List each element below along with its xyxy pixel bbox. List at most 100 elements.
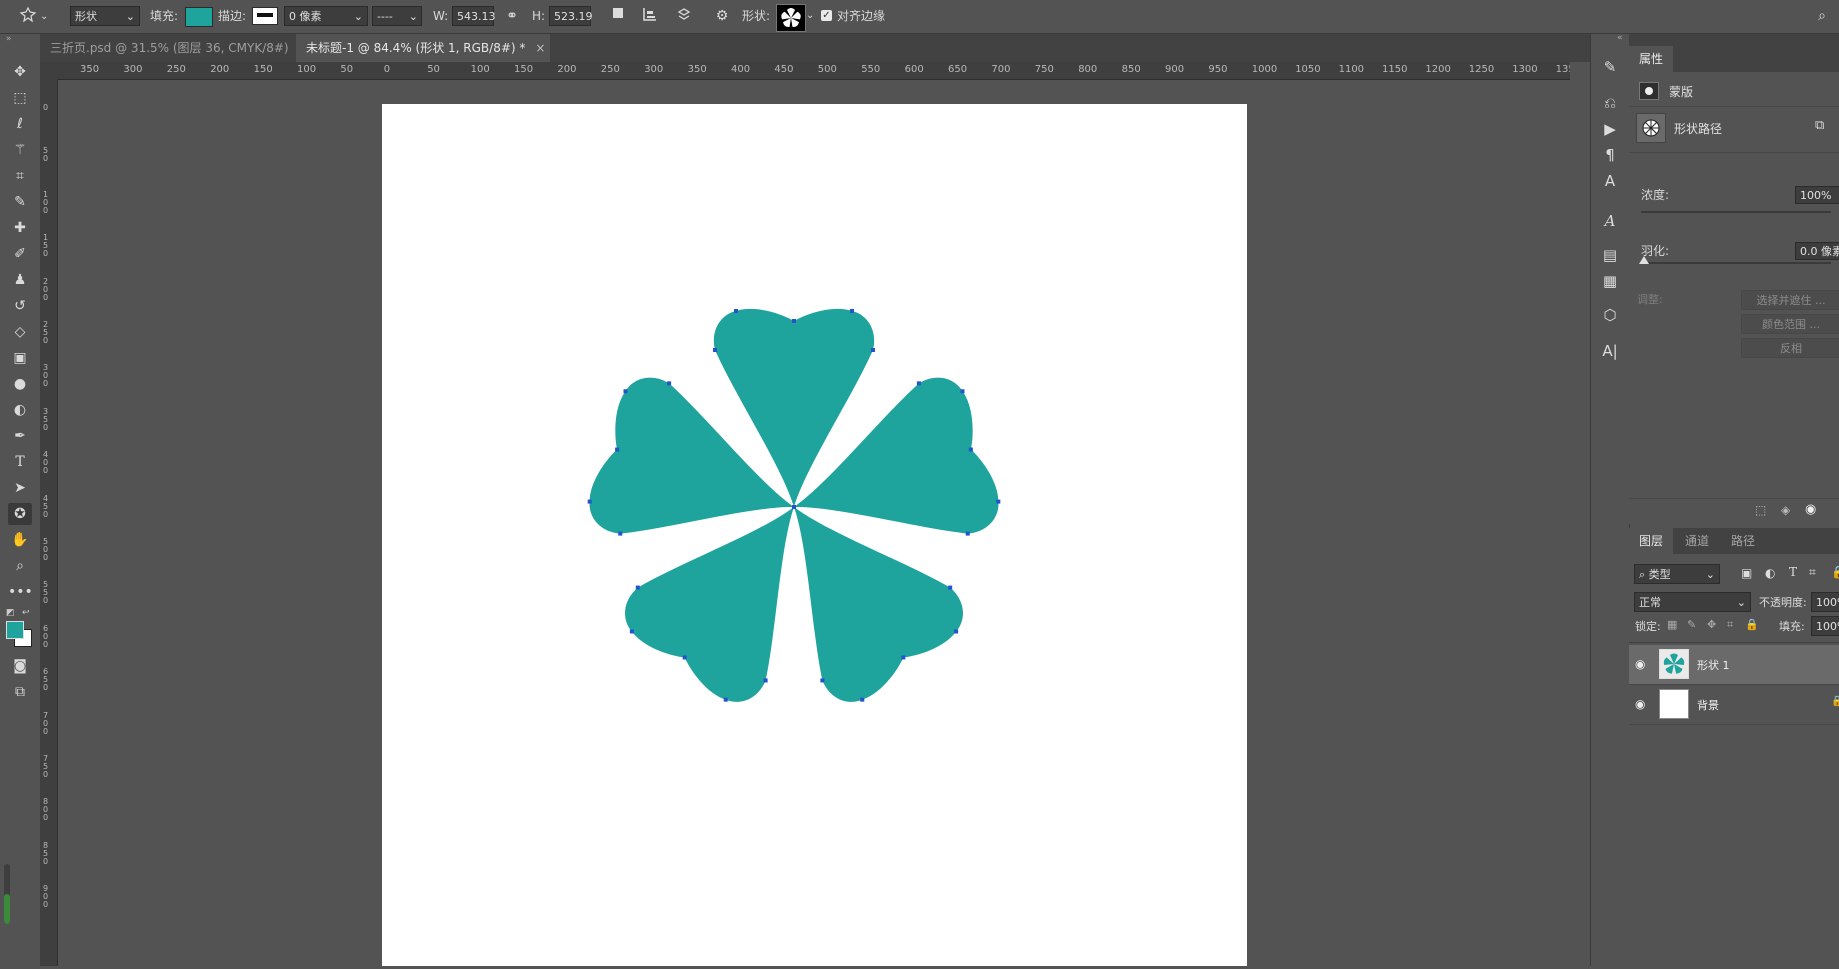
shape-picker-chevron-icon[interactable]: ⌄ [806, 6, 814, 26]
filter-adjustment-icon[interactable]: ◐ [1765, 566, 1775, 580]
lock-transparent-icon[interactable]: ▦ [1667, 618, 1677, 631]
crop-tool-icon[interactable]: ⌗ [8, 165, 32, 187]
clone-stamp-tool-icon[interactable]: ♟ [8, 269, 32, 291]
fill-color-swatch[interactable] [185, 7, 213, 27]
search-icon[interactable]: ⌕ [1812, 6, 1832, 26]
layer-name[interactable]: 形状 1 [1697, 657, 1730, 673]
path-alignment-icon[interactable] [640, 6, 660, 26]
custom-shape-tool-icon[interactable] [18, 6, 38, 26]
close-icon[interactable]: × [535, 41, 545, 55]
mask-icon[interactable] [1639, 82, 1659, 100]
blur-tool-icon[interactable]: ● [8, 373, 32, 395]
history-icon[interactable]: ⎌ [1598, 92, 1622, 114]
link-icon[interactable]: ⚭ [502, 6, 522, 26]
lock-artboard-icon[interactable]: ⌗ [1727, 618, 1733, 632]
gradient-tool-icon[interactable]: ▣ [8, 347, 32, 369]
anchor-point[interactable] [615, 447, 620, 452]
blend-mode-select[interactable]: 正常 ⌄ [1634, 592, 1751, 612]
marquee-tool-icon[interactable]: ⬚ [8, 87, 32, 109]
collapse-arrows-icon[interactable]: « [1617, 33, 1623, 43]
filter-shape-icon[interactable]: ⌗ [1809, 565, 1816, 580]
tab-channels[interactable]: 通道 [1675, 528, 1719, 554]
healing-brush-tool-icon[interactable]: ✚ [8, 217, 32, 239]
foreground-color-swatch[interactable] [6, 621, 24, 639]
dodge-tool-icon[interactable]: ◐ [8, 399, 32, 421]
anchor-point[interactable] [713, 348, 717, 352]
anchor-point[interactable] [860, 697, 865, 702]
lock-position-icon[interactable]: ✥ [1707, 618, 1716, 631]
anchor-point[interactable] [763, 678, 768, 683]
apply-mask-icon[interactable]: ◈ [1781, 503, 1790, 517]
gear-icon[interactable]: ⚙ [712, 6, 732, 26]
anchor-point[interactable] [792, 319, 796, 323]
anchor-point[interactable] [871, 348, 875, 352]
history-brush-tool-icon[interactable]: ↺ [8, 295, 32, 317]
actions-play-icon[interactable]: ▶ [1598, 118, 1622, 140]
tab-properties[interactable]: 属性 [1629, 46, 1674, 72]
anchor-point[interactable] [968, 447, 973, 452]
anchor-point[interactable] [629, 629, 634, 634]
hand-tool-icon[interactable]: ✋ [8, 529, 32, 551]
tab-layers[interactable]: 图层 [1629, 528, 1674, 554]
lasso-tool-icon[interactable]: ℓ [8, 113, 32, 135]
filter-smart-object-icon[interactable]: 🔒 [1831, 565, 1839, 579]
pen-tool-icon[interactable]: ✒ [8, 425, 32, 447]
anchor-point[interactable] [635, 585, 640, 590]
collapse-arrows-icon[interactable]: » [6, 34, 12, 44]
anchor-point[interactable] [820, 678, 825, 683]
layer-row-background[interactable]: ◉ 背景 🔒 [1629, 685, 1839, 725]
anchor-point-center[interactable] [792, 505, 796, 509]
anchor-point[interactable] [954, 629, 959, 634]
stroke-width-input[interactable]: 0 像素 ⌄ [284, 6, 368, 26]
notes-icon[interactable]: ▦ [1598, 270, 1622, 292]
default-colors-icon[interactable]: ◩ [6, 608, 15, 618]
custom-shape-tool-icon[interactable]: ✪ [8, 503, 32, 525]
select-and-mask-button[interactable]: 选择并遮住 ... [1741, 290, 1839, 310]
stroke-color-swatch[interactable] [252, 7, 278, 25]
anchor-point[interactable] [587, 499, 592, 504]
layer-row-shape-1[interactable]: ◉ 形状 1 [1629, 645, 1839, 685]
brush-settings-icon[interactable]: ✎ [1598, 56, 1622, 78]
fill-input[interactable]: 100% [1811, 616, 1839, 636]
tool-preset-chevron-icon[interactable]: ⌄ [40, 7, 48, 27]
anchor-point[interactable] [623, 389, 628, 394]
feather-slider[interactable] [1641, 262, 1831, 264]
mode-select[interactable]: 形状 ⌄ [70, 6, 140, 26]
anchor-point[interactable] [667, 381, 672, 386]
opacity-input[interactable]: 100% [1811, 592, 1839, 612]
anchor-point[interactable] [723, 697, 728, 702]
anchor-point[interactable] [996, 499, 1001, 504]
shape-path-thumb-icon[interactable] [1636, 113, 1666, 143]
height-input[interactable]: 523.19 [549, 6, 593, 26]
swap-colors-icon[interactable]: ↩ [22, 608, 30, 618]
density-slider[interactable] [1641, 211, 1831, 213]
feather-input[interactable]: 0.0 像素 [1795, 242, 1839, 260]
character-icon[interactable]: A| [1598, 340, 1622, 362]
anchor-point[interactable] [618, 531, 623, 536]
anchor-point[interactable] [965, 531, 970, 536]
anchor-point[interactable] [734, 309, 738, 313]
color-range-button[interactable]: 颜色范围 ... [1741, 314, 1839, 334]
glyphs-icon[interactable]: A [1598, 210, 1622, 232]
move-tool-icon[interactable]: ✥ [8, 61, 32, 83]
filter-type-icon[interactable]: T [1789, 565, 1797, 579]
lock-all-icon[interactable]: 🔒 [1745, 618, 1759, 631]
density-input[interactable]: 100% [1795, 186, 1839, 204]
path-arrangement-icon[interactable] [674, 6, 694, 26]
filter-pixel-icon[interactable]: ▣ [1741, 566, 1752, 580]
character-styles-icon[interactable]: A [1598, 170, 1622, 192]
filter-kind-select[interactable]: ⌕ 类型 ⌄ [1634, 564, 1720, 584]
shape-picker[interactable] [776, 4, 806, 32]
tab-trifold-psd[interactable]: 三折页.psd @ 31.5% (图层 36, CMYK/8#)× [40, 34, 309, 62]
align-edges-checkbox[interactable]: ✓ [821, 10, 832, 21]
zoom-tool-icon[interactable]: ⌕ [8, 555, 32, 577]
tab-paths[interactable]: 路径 [1721, 528, 1765, 554]
path-selection-tool-icon[interactable]: ➤ [8, 477, 32, 499]
eyedropper-tool-icon[interactable]: ✎ [8, 191, 32, 213]
layer-name[interactable]: 背景 [1697, 697, 1719, 713]
anchor-point[interactable] [960, 389, 965, 394]
brush-tool-icon[interactable]: ✐ [8, 243, 32, 265]
feather-slider-thumb[interactable] [1639, 256, 1649, 264]
type-tool-icon[interactable]: T [8, 451, 32, 473]
quick-mask-icon[interactable]: ◙ [8, 655, 32, 677]
